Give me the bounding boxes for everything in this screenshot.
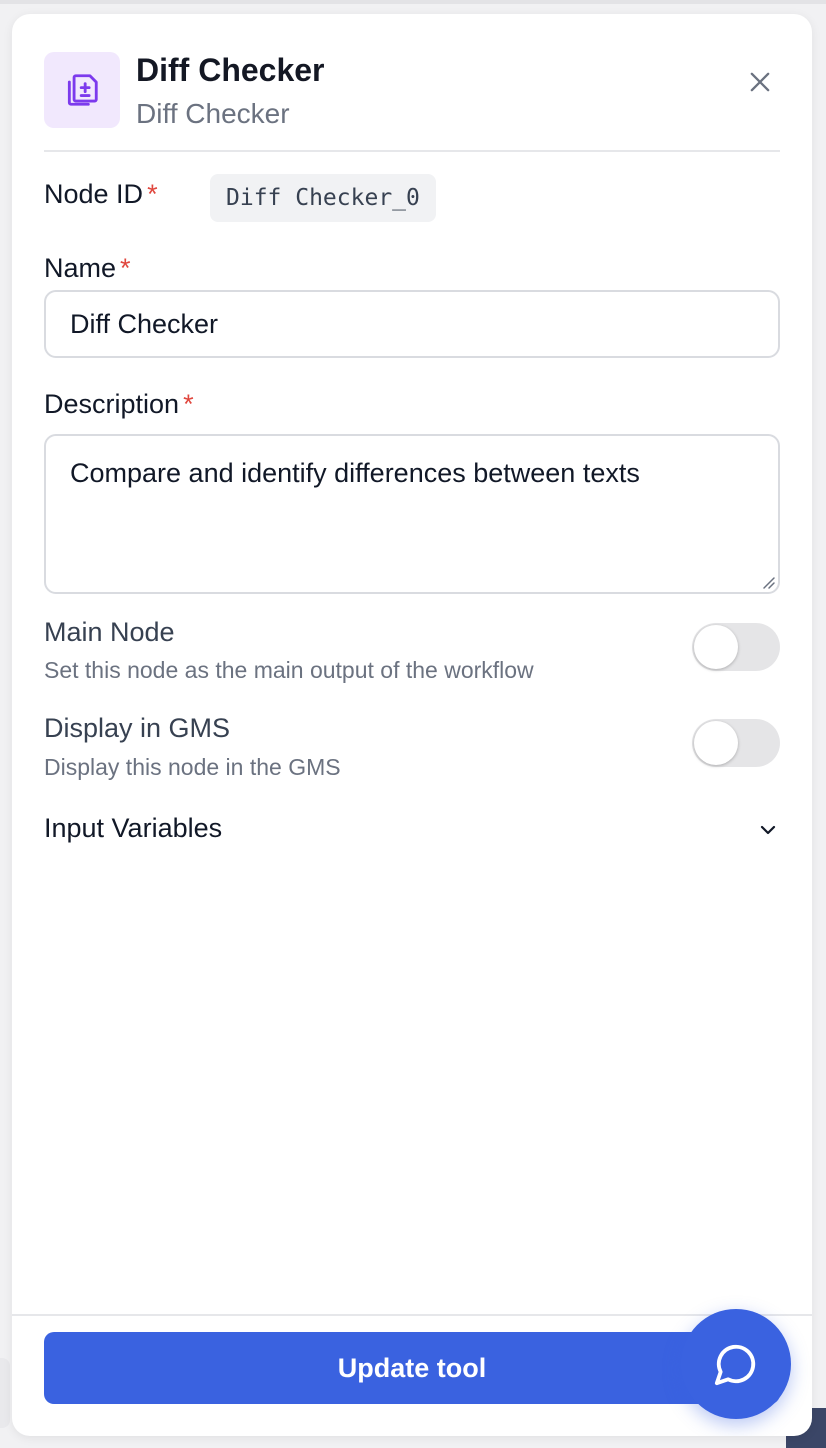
background-top-strip	[0, 0, 826, 4]
main-node-title: Main Node	[44, 617, 175, 647]
name-label: Name *	[44, 252, 131, 284]
resize-handle-icon[interactable]	[760, 574, 776, 590]
panel-header: Diff Checker Diff Checker	[44, 52, 780, 152]
description-label-text: Description	[44, 389, 180, 419]
name-label-text: Name	[44, 253, 117, 283]
node-settings-panel: Diff Checker Diff Checker Node ID * Diff …	[12, 14, 812, 1436]
node-id-label-text: Node ID	[44, 179, 144, 209]
update-tool-button[interactable]: Update tool	[44, 1332, 780, 1404]
node-id-label: Node ID *	[44, 178, 158, 210]
input-variables-label: Input Variables	[44, 813, 223, 843]
description-textarea[interactable]: Compare and identify differences between…	[44, 434, 780, 594]
display-gms-toggle[interactable]	[692, 719, 780, 767]
required-marker: *	[120, 253, 131, 283]
display-gms-title: Display in GMS	[44, 713, 231, 743]
panel-subtitle: Diff Checker	[136, 98, 290, 129]
panel-title: Diff Checker	[136, 52, 325, 88]
main-node-toggle[interactable]	[692, 623, 780, 671]
name-input[interactable]	[44, 290, 780, 358]
header-divider	[44, 150, 780, 152]
node-id-value: Diff Checker_0	[210, 174, 436, 222]
main-node-description: Set this node as the main output of the …	[44, 657, 534, 683]
footer-divider	[12, 1314, 812, 1316]
chat-bubble-icon	[714, 1344, 756, 1386]
document-diff-icon	[44, 52, 120, 128]
description-label: Description *	[44, 388, 194, 420]
background-left-edge	[0, 1358, 10, 1428]
display-gms-description: Display this node in the GMS	[44, 754, 341, 780]
toggle-knob	[694, 625, 738, 669]
chat-button[interactable]	[681, 1309, 791, 1419]
toggle-knob	[694, 721, 738, 765]
required-marker: *	[183, 389, 194, 419]
required-marker: *	[147, 179, 158, 209]
chevron-down-icon	[760, 825, 776, 835]
close-icon	[750, 72, 770, 92]
input-variables-accordion[interactable]: Input Variables	[44, 810, 780, 850]
close-button[interactable]	[740, 62, 780, 102]
